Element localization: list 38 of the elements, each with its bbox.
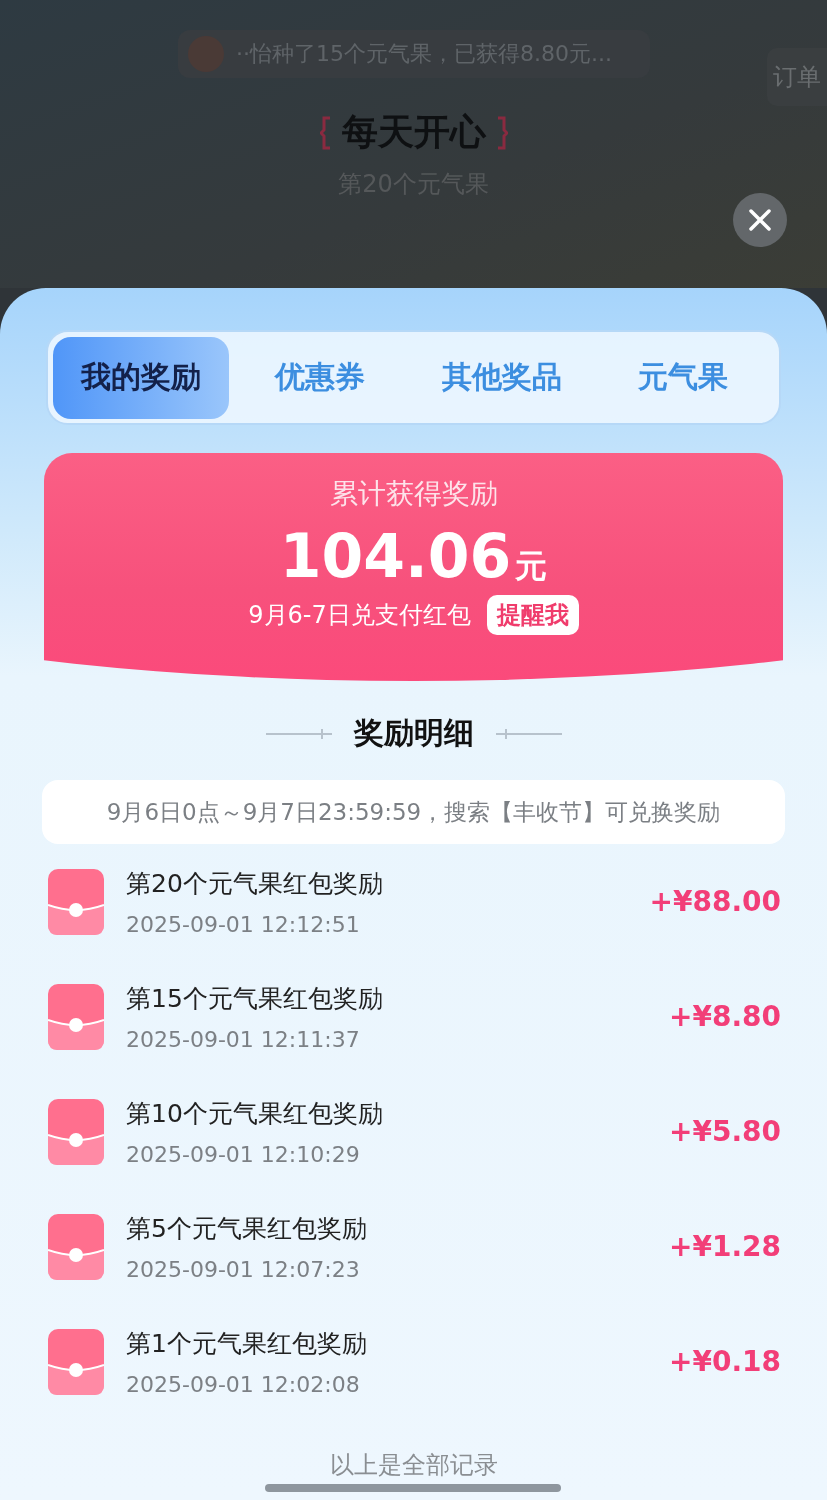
reward-amount: +¥1.28 (668, 1230, 781, 1263)
reward-amount: +¥0.18 (668, 1345, 781, 1378)
tab[interactable]: 其他奖品 (410, 336, 593, 419)
envelope-icon (48, 868, 104, 935)
close-icon (748, 208, 772, 232)
reward-time: 2025-09-01 12:02:08 (126, 1371, 361, 1397)
reward-title: 第15个元气果红包奖励 (126, 982, 384, 1015)
reward-title: 第20个元气果红包奖励 (126, 867, 384, 900)
tab[interactable]: 我的奖励 (53, 336, 229, 419)
tab[interactable]: 元气果 (592, 336, 774, 419)
summary-label: 累计获得奖励 (329, 476, 498, 512)
envelope-icon (48, 1328, 104, 1395)
reward-amount: +¥8.80 (668, 1000, 781, 1033)
reward-time: 2025-09-01 12:10:29 (126, 1141, 361, 1167)
bracket-icon (495, 115, 508, 150)
reward-title: 第5个元气果红包奖励 (126, 1212, 368, 1245)
end-of-list-text: 以上是全部记录 (329, 1450, 498, 1481)
envelope-icon (48, 1098, 104, 1165)
reward-title: 第1个元气果红包奖励 (126, 1327, 368, 1360)
section-title: 奖励明细 (353, 714, 474, 752)
notice-banner: 9月6日0点～9月7日23:59:59，搜索【丰收节】可兑换奖励 (42, 780, 785, 844)
divider-ornament-icon (495, 727, 562, 740)
reward-time: 2025-09-01 12:12:51 (126, 911, 361, 937)
envelope-icon (48, 1213, 104, 1280)
bracket-icon (319, 115, 332, 150)
divider-ornament-icon (265, 727, 332, 740)
total-amount: 104.06 (279, 521, 512, 591)
envelope-icon (48, 983, 104, 1050)
exchange-note: 9月6-7日兑支付红包 (248, 600, 471, 631)
tab[interactable]: 优惠券 (229, 336, 411, 419)
reward-time: 2025-09-01 12:07:23 (126, 1256, 361, 1282)
reward-title: 第10个元气果红包奖励 (126, 1097, 384, 1130)
reward-time: 2025-09-01 12:11:37 (126, 1026, 361, 1052)
remind-button[interactable]: 提醒我 (486, 595, 579, 635)
reward-amount: +¥5.80 (668, 1115, 781, 1148)
close-button[interactable] (733, 193, 787, 247)
currency-unit: 元 (515, 546, 548, 587)
reward-amount: +¥88.00 (649, 885, 781, 918)
